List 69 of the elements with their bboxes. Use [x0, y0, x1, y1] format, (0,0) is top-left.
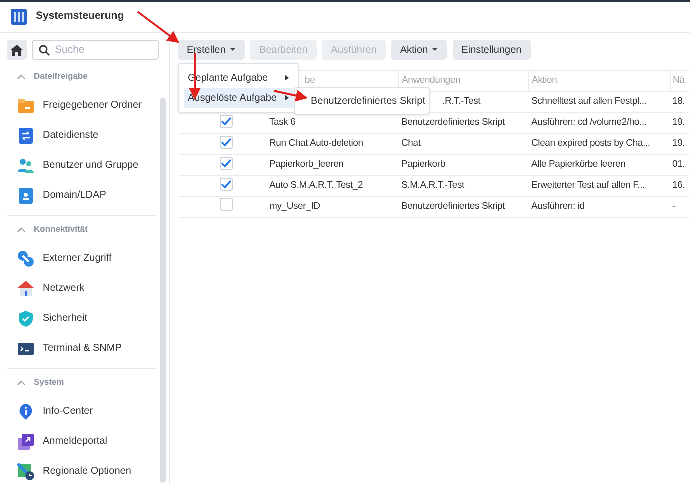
portal-icon — [17, 432, 35, 451]
action-text: Schnelltest auf allen Festpl... — [532, 96, 647, 107]
column-header: Aktion — [528, 70, 670, 92]
sidebar-item[interactable]: Netzwerk — [43, 281, 85, 296]
home-icon — [10, 44, 23, 56]
scrollbar[interactable] — [160, 98, 166, 483]
sidebar-item[interactable]: Info-Center — [43, 404, 94, 420]
column-header: Nä — [670, 70, 688, 92]
application: .R.T.-Test — [442, 96, 481, 107]
checkbox[interactable] — [220, 136, 232, 149]
task-name: Run Chat Auto-deletion — [270, 138, 364, 149]
action-text: Clean expired posts by Cha... — [532, 138, 650, 149]
sidebar-item[interactable]: Anmeldeportal — [43, 434, 108, 450]
task-name: Task 6 — [270, 116, 296, 128]
action-text: Alle Papierkörbe leeren — [532, 158, 626, 170]
task-name: Papierkorb_leeren — [270, 158, 344, 170]
sidebar-item[interactable]: Externer Zugriff — [43, 251, 112, 266]
date-text: 19. — [672, 138, 686, 149]
sidebar-item[interactable]: Dateidienste — [43, 128, 99, 144]
toolbar-button[interactable]: Aktion — [391, 40, 448, 60]
date-text: 16. — [672, 180, 686, 191]
transfer-icon — [17, 126, 35, 145]
section-title: System — [34, 376, 64, 390]
search-icon — [39, 45, 50, 56]
checkbox[interactable] — [220, 178, 232, 191]
section-title: Konnektivität — [34, 223, 88, 236]
checkbox[interactable] — [220, 198, 232, 211]
action-text: Ausführen: cd /volume2/ho... — [532, 116, 647, 128]
chevron-icon[interactable] — [17, 380, 26, 386]
arrow — [137, 11, 180, 44]
sidebar-item[interactable]: Terminal & SNMP — [43, 341, 122, 356]
action-text: Ausführen: id — [532, 200, 585, 212]
checkbox[interactable] — [220, 156, 232, 170]
date-text: 19. — [672, 116, 686, 128]
task-name: my_User_ID — [270, 200, 320, 212]
shield-icon — [17, 310, 35, 328]
sidebar-item[interactable]: Regionale Optionen — [43, 464, 132, 480]
application: Benutzerdefiniertes Skript — [402, 116, 506, 128]
sidebar-item[interactable]: Domain/LDAP — [43, 188, 106, 204]
date-text: - — [672, 200, 676, 212]
application: Chat — [402, 138, 421, 149]
toolbar-button[interactable]: Erstellen — [178, 40, 245, 60]
action-text: Erweiterter Test auf allen F... — [532, 180, 645, 191]
users-icon — [17, 156, 35, 175]
sidebar-item[interactable]: Freigegebener Ordner — [43, 98, 142, 114]
folder-icon — [17, 96, 35, 115]
window-title: Systemsteuerung — [36, 9, 124, 24]
id-card-icon — [17, 186, 35, 205]
application: Papierkorb — [402, 158, 446, 170]
home-button[interactable] — [7, 40, 26, 60]
link-icon — [17, 250, 35, 268]
sidebar-item[interactable]: Benutzer und Gruppe — [43, 158, 139, 174]
section-title: Dateifreigabe — [34, 70, 88, 84]
sidebar-item[interactable]: Sicherheit — [43, 311, 88, 326]
control-panel-icon — [10, 8, 28, 26]
task-name: Auto S.M.A.R.T. Test_2 — [270, 180, 364, 191]
map-clock-icon — [17, 462, 35, 481]
application: Benutzerdefiniertes Skript — [402, 200, 506, 212]
chevron-icon[interactable] — [17, 226, 26, 233]
checkbox[interactable] — [220, 114, 232, 128]
toolbar-button[interactable]: Einstellungen — [452, 40, 531, 60]
menu-item[interactable]: Ausgelöste Aufgabe — [184, 88, 293, 108]
date-text: 18. — [672, 96, 686, 107]
date-text: 01. — [672, 158, 686, 170]
info-icon — [17, 402, 35, 421]
chevron-icon[interactable] — [17, 74, 26, 80]
search-field[interactable]: Suche — [32, 40, 159, 60]
house-icon — [17, 280, 35, 298]
application: S.M.A.R.T.-Test — [402, 180, 464, 191]
